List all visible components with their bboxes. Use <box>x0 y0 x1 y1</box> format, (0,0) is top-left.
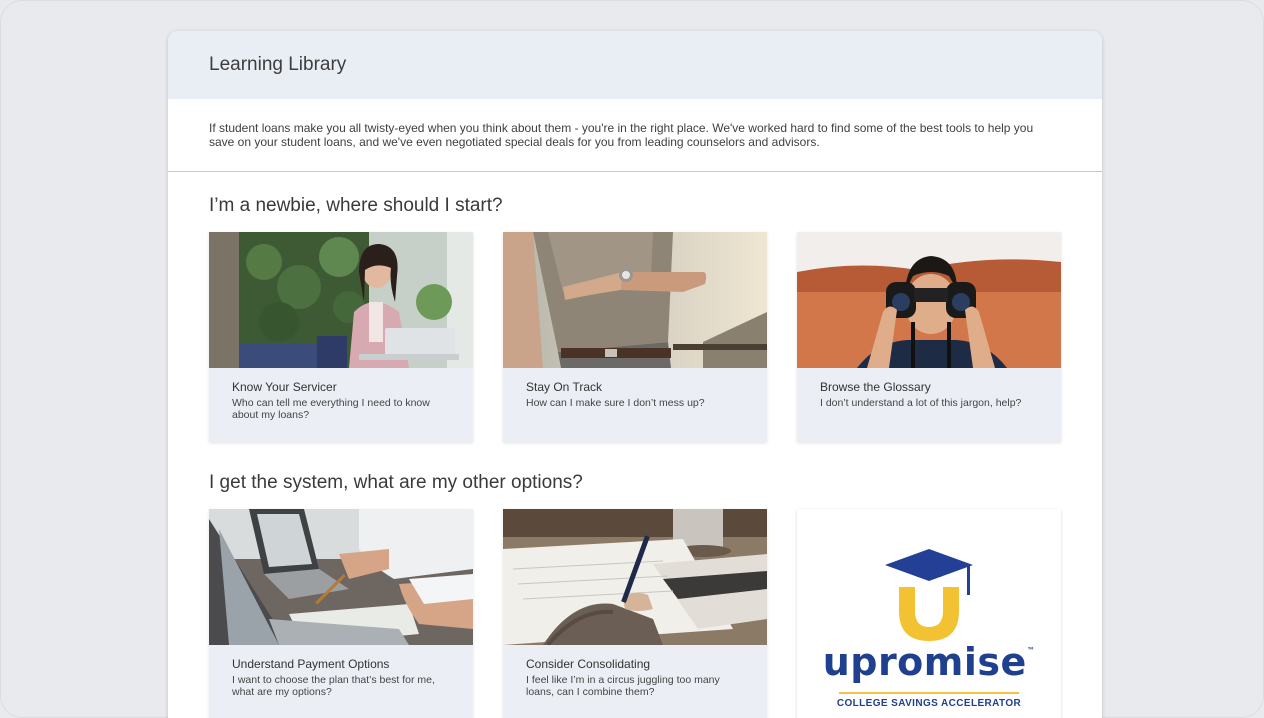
hands-writing-laptop-image <box>209 509 473 645</box>
card-description: How can I make sure I don’t mess up? <box>526 397 705 409</box>
card-title: Understand Payment Options <box>232 657 390 671</box>
card-title: Know Your Servicer <box>232 380 337 394</box>
section-heading-other-options: I get the system, what are my other opti… <box>209 472 583 493</box>
card-title: Browse the Glossary <box>820 380 931 394</box>
panel-header: Learning Library <box>168 31 1102 99</box>
upromise-wordmark: upromise™ <box>797 640 1061 684</box>
card-browse-the-glossary[interactable]: Browse the Glossary I don’t understand a… <box>797 232 1061 442</box>
card-understand-payment-options[interactable]: Understand Payment Options I want to cho… <box>209 509 473 718</box>
intro-text-block: If student loans make you all twisty-eye… <box>168 99 1102 172</box>
card-title: Stay On Track <box>526 380 603 394</box>
intro-paragraph: If student loans make you all twisty-eye… <box>209 121 1034 149</box>
upromise-brand-text: upromise <box>822 640 1027 684</box>
section-heading-newbie: I’m a newbie, where should I start? <box>209 195 503 216</box>
promo-tagline: COLLEGE SAVINGS ACCELERATOR <box>836 698 1022 709</box>
card-description: I want to choose the plan that’s best fo… <box>232 674 435 698</box>
card-stay-on-track[interactable]: Stay On Track How can I make sure I don’… <box>503 232 767 442</box>
learning-library-panel: Learning Library If student loans make y… <box>168 31 1102 718</box>
upromise-promo-card[interactable]: upromise™ COLLEGE SAVINGS ACCELERATOR <box>797 509 1061 718</box>
card-description: I feel like I’m in a circus juggling too… <box>526 674 720 698</box>
card-description: I don’t understand a lot of this jargon,… <box>820 397 1022 409</box>
card-know-your-servicer[interactable]: Know Your Servicer Who can tell me every… <box>209 232 473 442</box>
man-with-binoculars-image <box>797 232 1061 368</box>
card-consider-consolidating[interactable]: Consider Consolidating I feel like I’m i… <box>503 509 767 718</box>
card-title: Consider Consolidating <box>526 657 651 671</box>
page-title: Learning Library <box>209 54 347 75</box>
woman-on-phone-image <box>209 232 473 368</box>
trademark-symbol: ™ <box>1026 646 1036 655</box>
graduation-cap-u-logo <box>885 549 973 641</box>
man-checking-watch-image <box>503 232 767 368</box>
promo-divider <box>839 692 1019 694</box>
card-description: Who can tell me everything I need to kno… <box>232 397 430 421</box>
hand-writing-pen-image <box>503 509 767 645</box>
